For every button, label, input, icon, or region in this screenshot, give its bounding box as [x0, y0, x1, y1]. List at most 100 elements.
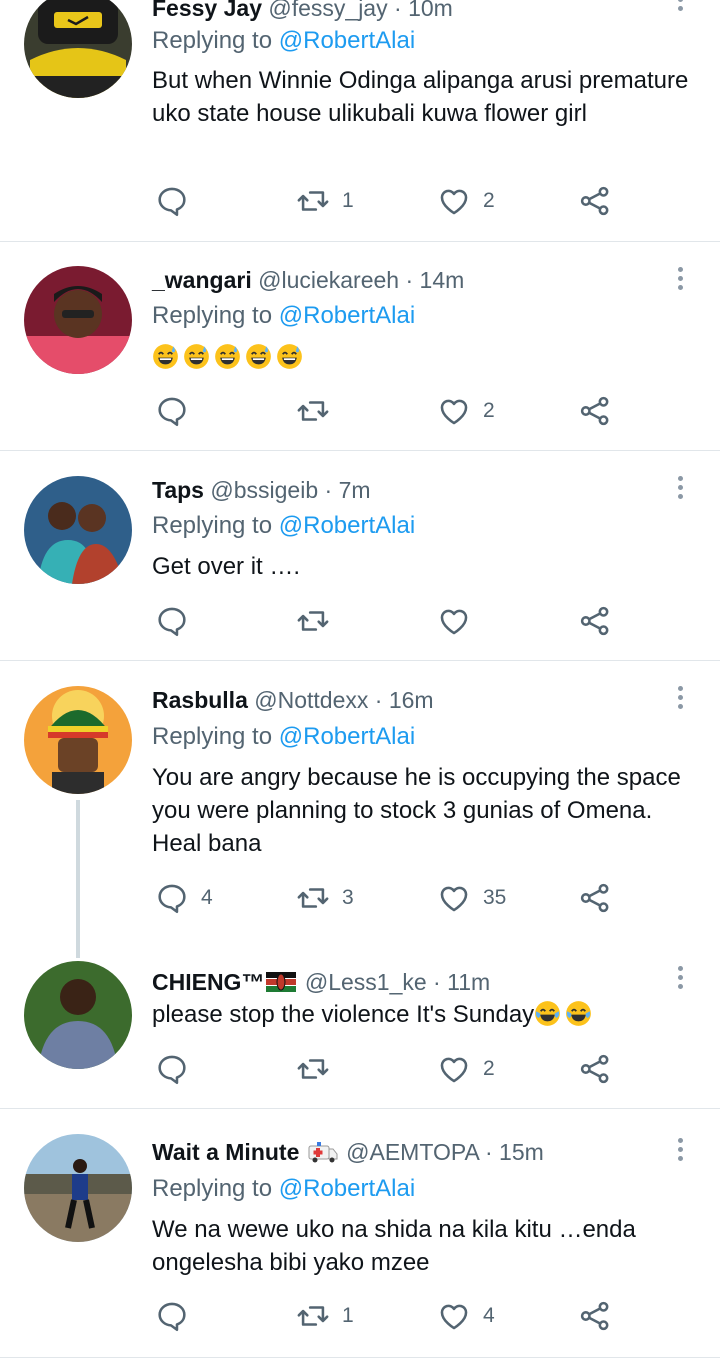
reply-button[interactable] — [155, 393, 201, 429]
sweat-smile-emoji — [214, 343, 241, 370]
tweet-fessy-jay[interactable]: Fessy Jay @fessy_jay · 10m Replying to @… — [0, 0, 720, 240]
user-handle[interactable]: @AEMTOPA — [346, 1139, 478, 1165]
more-options-icon[interactable] — [670, 683, 690, 713]
display-name[interactable]: Taps — [152, 477, 204, 503]
tweet-header: Rasbulla @Nottdexx · 16m — [152, 687, 434, 713]
user-handle[interactable]: @Less1_ke — [305, 969, 427, 995]
share-icon — [578, 184, 612, 218]
tweet-text: You are angry because he is occupying th… — [152, 764, 681, 857]
reply-to-link[interactable]: @RobertAlai — [279, 723, 415, 750]
ambulance-emoji — [308, 1142, 338, 1163]
like-icon — [437, 1299, 471, 1333]
user-handle[interactable]: @Nottdexx — [254, 687, 368, 713]
tweet-header: CHIENG™ @Less1_ke · 11m — [152, 969, 491, 995]
like-icon — [437, 881, 471, 915]
share-icon — [578, 881, 612, 915]
replying-to: Replying to @RobertAlai — [152, 512, 416, 539]
tweet-header: Fessy Jay @fessy_jay · 10m — [152, 0, 453, 22]
like-count: 2 — [483, 189, 495, 212]
display-name[interactable]: Fessy Jay — [152, 0, 262, 21]
timestamp[interactable]: 16m — [389, 687, 434, 713]
display-name[interactable]: Rasbulla — [152, 687, 248, 713]
like-button[interactable]: 35 — [437, 880, 506, 916]
more-options-icon[interactable] — [670, 264, 690, 294]
like-icon — [437, 394, 471, 428]
reply-icon — [155, 394, 189, 428]
replying-to: Replying to @RobertAlai — [152, 723, 416, 750]
like-button[interactable]: 2 — [437, 1051, 495, 1087]
tweet-text: We na wewe uko na shida na kila kitu …en… — [152, 1216, 636, 1276]
share-button[interactable] — [578, 1298, 612, 1334]
tears-of-joy-emoji — [534, 1000, 561, 1027]
reply-count: 4 — [201, 886, 213, 909]
avatar[interactable] — [24, 686, 132, 794]
retweet-button[interactable] — [296, 1051, 342, 1087]
reply-to-link[interactable]: @RobertAlai — [279, 302, 415, 329]
reply-to-link[interactable]: @RobertAlai — [279, 1175, 415, 1202]
avatar[interactable] — [24, 266, 132, 374]
retweet-button[interactable] — [296, 393, 342, 429]
retweet-button[interactable]: 1 — [296, 1298, 354, 1334]
user-handle[interactable]: @bssigeib — [210, 477, 318, 503]
kenya-flag — [266, 972, 297, 992]
retweet-count: 1 — [342, 189, 354, 212]
reply-button[interactable] — [155, 603, 201, 639]
sweat-smile-emoji — [276, 343, 303, 370]
user-handle[interactable]: @fessy_jay — [268, 0, 387, 21]
share-button[interactable] — [578, 393, 612, 429]
display-name[interactable]: _wangari — [152, 267, 252, 293]
retweet-button[interactable]: 3 — [296, 880, 354, 916]
tweet-wait-a-minute[interactable]: Wait a Minute @AEMTOPA · 15m Replying to… — [0, 1109, 720, 1357]
retweet-icon — [296, 881, 330, 915]
timestamp[interactable]: 10m — [408, 0, 453, 21]
avatar[interactable] — [24, 1134, 132, 1242]
timestamp[interactable]: 14m — [420, 267, 465, 293]
more-options-icon[interactable] — [670, 473, 690, 503]
reply-button[interactable] — [155, 183, 201, 219]
more-options-icon[interactable] — [670, 0, 690, 24]
sweat-smile-emoji — [245, 343, 272, 370]
reply-button[interactable] — [155, 1298, 201, 1334]
tweet-taps[interactable]: Taps @bssigeib · 7m Replying to @RobertA… — [0, 451, 720, 660]
tweet-text: But when Winnie Odinga alipanga arusi pr… — [152, 67, 689, 127]
share-button[interactable] — [578, 183, 612, 219]
tweet-text — [152, 341, 697, 374]
retweet-icon — [296, 394, 330, 428]
display-name[interactable]: Wait a Minute — [152, 1139, 299, 1165]
tweet-rasbulla[interactable]: Rasbulla @Nottdexx · 16m Replying to @Ro… — [0, 661, 720, 941]
like-button[interactable]: 2 — [437, 183, 495, 219]
tweet-wangari[interactable]: _wangari @luciekareeh · 14m Replying to … — [0, 242, 720, 450]
reply-button[interactable]: 4 — [155, 880, 213, 916]
sweat-smile-emoji — [183, 343, 210, 370]
reply-button[interactable] — [155, 1051, 201, 1087]
retweet-button[interactable] — [296, 603, 342, 639]
like-icon — [437, 604, 471, 638]
avatar[interactable] — [24, 476, 132, 584]
reply-to-link[interactable]: @RobertAlai — [279, 512, 415, 539]
display-name[interactable]: CHIENG™ — [152, 969, 264, 995]
share-button[interactable] — [578, 880, 612, 916]
share-icon — [578, 394, 612, 428]
reply-to-link[interactable]: @RobertAlai — [279, 27, 415, 54]
avatar[interactable] — [24, 0, 132, 98]
share-icon — [578, 1299, 612, 1333]
reply-icon — [155, 604, 189, 638]
like-button[interactable]: 2 — [437, 393, 495, 429]
like-button[interactable]: 4 — [437, 1298, 495, 1334]
retweet-button[interactable]: 1 — [296, 183, 354, 219]
share-button[interactable] — [578, 1051, 612, 1087]
like-count: 35 — [483, 886, 507, 909]
more-options-icon[interactable] — [670, 1135, 690, 1165]
avatar[interactable] — [24, 961, 132, 1069]
more-options-icon[interactable] — [670, 963, 690, 993]
timestamp[interactable]: 11m — [447, 969, 490, 995]
share-button[interactable] — [578, 603, 612, 639]
like-button[interactable] — [437, 603, 483, 639]
user-handle[interactable]: @luciekareeh — [258, 267, 399, 293]
like-icon — [437, 184, 471, 218]
tweet-text: please stop the violence It's Sunday — [152, 998, 697, 1031]
tweet-chieng[interactable]: CHIENG™ @Less1_ke · 11m please stop the … — [0, 941, 720, 1108]
tweet-header: Taps @bssigeib · 7m — [152, 477, 371, 503]
timestamp[interactable]: 15m — [499, 1139, 544, 1165]
timestamp[interactable]: 7m — [339, 477, 371, 503]
